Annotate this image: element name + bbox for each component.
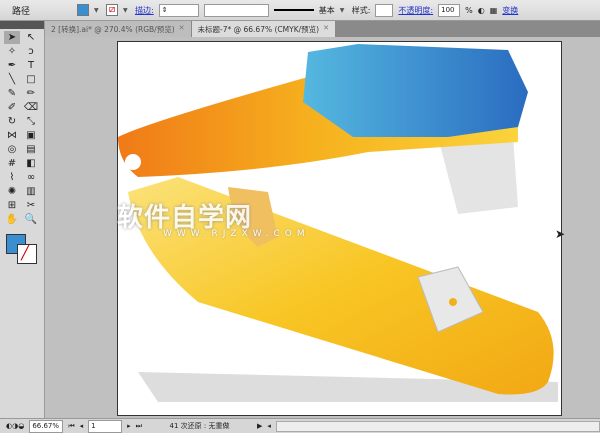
eyedropper-tool-icon[interactable]: ⌇	[4, 171, 20, 184]
first-page-icon[interactable]: ⏮	[68, 422, 74, 431]
stroke-weight-input[interactable]: ⇕	[158, 3, 199, 17]
canvas-area[interactable]: 软件自学网 WWW.RJZXW.COM ➤	[45, 37, 600, 418]
line-tool-icon[interactable]: ╲	[4, 73, 20, 86]
chevron-down-icon[interactable]: ▼	[340, 7, 347, 14]
slice-tool-icon[interactable]: ✂	[23, 199, 39, 212]
page-select[interactable]: 1	[88, 419, 123, 433]
style-label: 样式:	[351, 5, 371, 15]
cursor-icon: ➤	[555, 227, 566, 241]
tools-panel: ➤ ↖ ✧ ↄ ✒ T ╲ □ ✎ ✏ ✐ ⌫ ↻ ⤡ ⋈ ▣ ◎ ▤ # ◧ ⌇ ∞ ✺ ▥ ⊞ ✂ ✋…	[0, 21, 45, 418]
type-tool-icon[interactable]: T	[23, 59, 39, 72]
stroke-none-swatch[interactable]: ⧄	[106, 4, 118, 16]
opacity-unit: %	[465, 5, 473, 15]
fill-stroke-control[interactable]: ╱	[4, 232, 40, 266]
width-tool-icon[interactable]: ⋈	[4, 129, 20, 142]
zoom-tool-icon[interactable]: 🔍	[23, 213, 39, 226]
blend-tool-icon[interactable]: ∞	[23, 171, 39, 184]
style-select[interactable]	[375, 3, 394, 17]
pencil-tool-icon[interactable]: ✏	[23, 87, 39, 100]
magic-wand-tool-icon[interactable]: ✧	[4, 45, 20, 58]
stroke-link[interactable]: 描边:	[135, 5, 154, 16]
status-menu-icon[interactable]: ▶	[257, 422, 262, 430]
stapler-pin	[125, 154, 141, 170]
chevron-down-icon[interactable]: ▼	[94, 7, 101, 14]
selection-tool-icon[interactable]: ➤	[4, 31, 20, 44]
close-icon[interactable]: ✕	[179, 24, 185, 34]
document-tabs: 2 [转换].ai* @ 270.4% (RGB/预览) ✕ 未标题-7* @ 6…	[45, 21, 600, 37]
artboard-tool-icon[interactable]: ⊞	[4, 199, 20, 212]
shape-builder-tool-icon[interactable]: ◎	[4, 143, 20, 156]
object-type-label: 路径	[12, 6, 31, 17]
pen-tool-icon[interactable]: ✒	[4, 59, 20, 72]
status-bar: ◐◑◒ 66.67% ⏮ ◂ 1 ▸ ⏭ 41 次还原 : 无重做 ▶ ◂	[0, 418, 600, 433]
blob-brush-tool-icon[interactable]: ✐	[4, 101, 20, 114]
fill-swatch[interactable]	[77, 4, 89, 16]
align-icon[interactable]: ▦	[490, 6, 498, 15]
status-message[interactable]: 41 次还原 : 无重做	[147, 421, 252, 431]
lasso-tool-icon[interactable]: ↄ	[23, 45, 39, 58]
transform-link[interactable]: 变换	[502, 5, 518, 16]
hand-tool-icon[interactable]: ✋	[4, 213, 20, 226]
scale-tool-icon[interactable]: ⤡	[23, 115, 39, 128]
mesh-tool-icon[interactable]: #	[4, 157, 20, 170]
direct-selection-tool-icon[interactable]: ↖	[23, 31, 39, 44]
chevron-down-icon[interactable]: ▼	[123, 7, 130, 14]
eraser-tool-icon[interactable]: ⌫	[23, 101, 39, 114]
stroke-none-swatch[interactable]: ╱	[17, 244, 37, 264]
gradient-tool-icon[interactable]: ◧	[23, 157, 39, 170]
symbol-sprayer-tool-icon[interactable]: ✺	[4, 185, 20, 198]
brush-definition-select[interactable]: 基本	[319, 5, 335, 16]
stapler-body-side	[438, 137, 518, 214]
rotate-tool-icon[interactable]: ↻	[4, 115, 20, 128]
screen-mode-icon[interactable]: ◐◑◒	[6, 422, 24, 430]
panel-grip[interactable]	[0, 21, 44, 29]
tab-untitled-7[interactable]: 未标题-7* @ 66.67% (CMYK/预览) ✕	[191, 21, 336, 37]
tab-document-2[interactable]: 2 [转换].ai* @ 270.4% (RGB/预览) ✕	[45, 21, 192, 37]
prev-page-icon[interactable]: ◂	[80, 422, 84, 430]
next-page-icon[interactable]: ▸	[127, 422, 131, 430]
opacity-link[interactable]: 不透明度:	[398, 5, 433, 16]
rectangle-tool-icon[interactable]: □	[23, 73, 39, 86]
column-graph-tool-icon[interactable]: ▥	[23, 185, 39, 198]
free-transform-tool-icon[interactable]: ▣	[23, 129, 39, 142]
control-panel: 路径 ▼ ⧄ ▼ 描边: ⇕ 基本 ▼ 样式: 不透明度: 100 % ◐ ▦ 变换	[0, 0, 600, 21]
watermark-url: WWW.RJZXW.COM	[163, 229, 310, 239]
close-icon[interactable]: ✕	[323, 24, 329, 34]
scroll-left-icon[interactable]: ◂	[267, 422, 271, 430]
tab-label: 2 [转换].ai* @ 270.4% (RGB/预览)	[51, 25, 175, 34]
paintbrush-tool-icon[interactable]: ✎	[4, 87, 20, 100]
zoom-select[interactable]: 66.67%	[29, 419, 64, 433]
plate-dot	[449, 298, 457, 306]
stroke-profile-icon	[273, 9, 314, 11]
variable-width-select[interactable]	[203, 3, 269, 17]
stapler-top-cap	[303, 44, 528, 137]
last-page-icon[interactable]: ⏭	[136, 422, 142, 431]
perspective-grid-tool-icon[interactable]: ▤	[23, 143, 39, 156]
horizontal-scrollbar[interactable]	[275, 420, 600, 432]
recolor-icon[interactable]: ◐	[478, 6, 485, 15]
tab-label: 未标题-7* @ 66.67% (CMYK/预览)	[197, 25, 320, 34]
opacity-input[interactable]: 100	[438, 3, 461, 17]
